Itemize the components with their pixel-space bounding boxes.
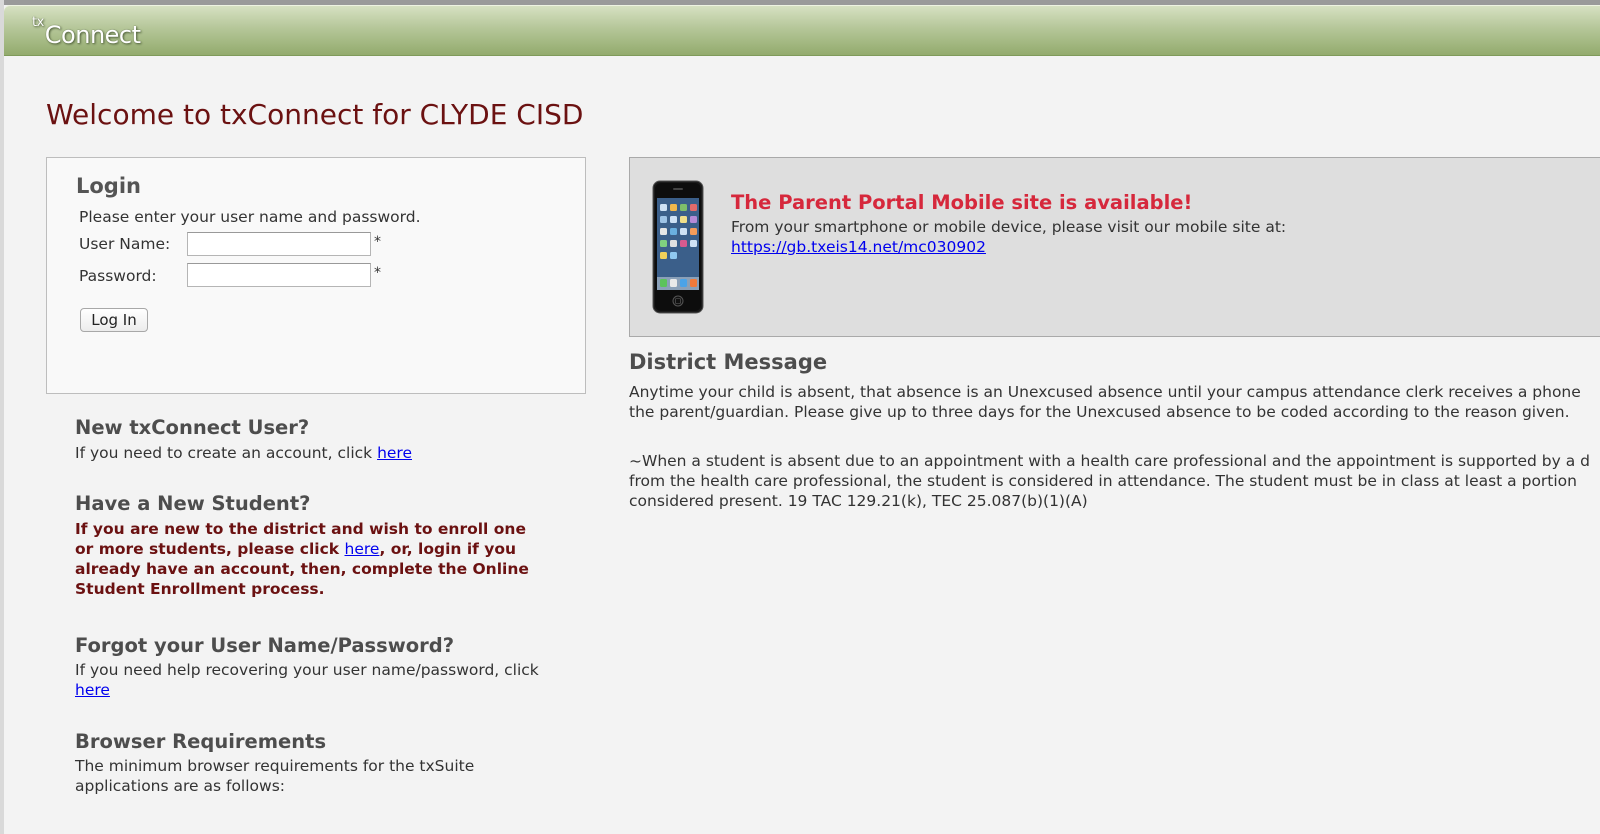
recover-account-link[interactable]: here [75, 681, 110, 699]
username-required-marker: * [374, 234, 381, 250]
page: txConnect Welcome to txConnect for CLYDE… [0, 0, 1600, 834]
district-message-line: the parent/guardian. Please give up to t… [629, 403, 1570, 421]
create-account-link[interactable]: here [377, 444, 412, 462]
login-instructions: Please enter your user name and password… [79, 208, 421, 226]
logo-text: Connect [44, 21, 141, 49]
district-message-heading: District Message [629, 350, 828, 374]
mobile-site-link[interactable]: https://gb.txeis14.net/mc030902 [731, 238, 986, 256]
new-student-text: If you are new to the district and wish … [75, 519, 545, 599]
district-message-line: from the health care professional, the s… [629, 472, 1577, 490]
new-user-text-body: If you need to create an account, click [75, 444, 378, 462]
forgot-text-body: If you need help recovering your user na… [75, 661, 539, 679]
left-border [0, 0, 4, 834]
new-user-heading: New txConnect User? [75, 416, 310, 439]
password-input[interactable] [187, 263, 371, 287]
new-user-text: If you need to create an account, click … [75, 443, 555, 463]
browser-requirements-text: The minimum browser requirements for the… [75, 757, 475, 795]
mobile-site-title: The Parent Portal Mobile site is availab… [731, 191, 1193, 214]
enroll-student-link[interactable]: here [345, 540, 380, 558]
logo-prefix: tx [32, 15, 44, 30]
username-label: User Name: [79, 235, 171, 253]
txconnect-logo[interactable]: txConnect [32, 15, 141, 49]
district-message-line: ~When a student is absent due to an appo… [629, 452, 1590, 470]
login-panel: Login Please enter your user name and pa… [46, 157, 586, 394]
password-label: Password: [79, 267, 157, 285]
district-message-line: considered present. 19 TAC 129.21(k), TE… [629, 492, 1088, 510]
login-title: Login [76, 174, 141, 198]
forgot-heading: Forgot your User Name/Password? [75, 634, 455, 657]
mobile-site-link-wrapper: https://gb.txeis14.net/mc030902 [731, 238, 986, 256]
smartphone-icon [652, 180, 704, 314]
browser-requirements-heading: Browser Requirements [75, 730, 327, 753]
page-title: Welcome to txConnect for CLYDE CISD [46, 98, 584, 131]
login-button[interactable]: Log In [80, 308, 148, 332]
password-required-marker: * [374, 265, 381, 281]
header-bar: txConnect [4, 5, 1600, 56]
username-input[interactable] [187, 232, 371, 256]
new-student-heading: Have a New Student? [75, 492, 311, 515]
mobile-site-panel: The Parent Portal Mobile site is availab… [629, 157, 1600, 337]
mobile-site-text: From your smartphone or mobile device, p… [731, 218, 1287, 236]
district-message-line: Anytime your child is absent, that absen… [629, 383, 1581, 401]
forgot-text: If you need help recovering your user na… [75, 660, 550, 700]
